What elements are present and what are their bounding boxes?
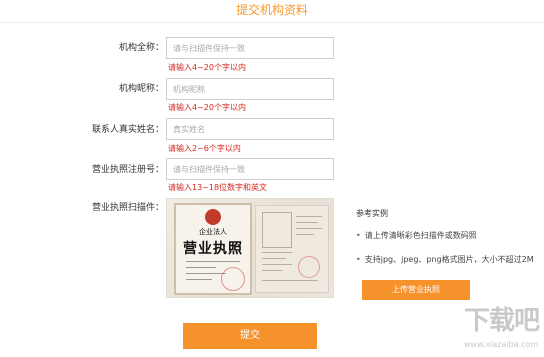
certificate-subheading: 企业法人 <box>199 228 227 236</box>
certificate-line <box>186 273 226 274</box>
divider <box>0 22 544 23</box>
reference-item: • 请上传清晰彩色扫描件或数码照 <box>356 231 477 241</box>
bullet-icon: • <box>356 231 361 240</box>
reference-item-text: 请上传清晰彩色扫描件或数码照 <box>364 231 477 240</box>
watermark-url: www.xiazaiba.com <box>464 340 539 349</box>
field-label-nickname: 机构昵称： <box>118 84 164 94</box>
reference-item-text: 支持jpg、jpeg、png格式图片，大小不超过2M <box>364 255 534 264</box>
doc-line <box>262 270 282 271</box>
full-name-input[interactable] <box>166 37 334 59</box>
official-seal-icon <box>298 256 320 278</box>
contact-name-error: 请输入2~6个字以内 <box>168 144 241 153</box>
doc-line <box>262 280 318 281</box>
doc-line <box>296 234 314 235</box>
license-number-error: 请输入13~18位数字和英文 <box>168 183 268 192</box>
doc-line <box>262 252 292 253</box>
doc-line <box>296 216 322 217</box>
license-sample-image: 企业法人 营业执照 <box>166 198 334 298</box>
doc-line <box>262 258 286 259</box>
certificate-line <box>186 267 216 268</box>
doc-line <box>296 222 318 223</box>
watermark-text: 下载吧 <box>464 306 540 336</box>
field-label-full-name: 机构全称： <box>118 43 164 53</box>
watermark-logo: 下载吧 www.xiazaiba.com <box>460 296 542 356</box>
field-label-contact-name: 联系人真实姓名： <box>91 125 164 135</box>
license-certificate: 企业法人 营业执照 <box>174 203 252 295</box>
full-name-error: 请输入4~20个字以内 <box>168 63 246 72</box>
certificate-heading: 营业执照 <box>183 241 243 257</box>
field-label-license-scan: 营业执照扫描件： <box>91 203 164 213</box>
doc-line <box>296 228 322 229</box>
license-number-input[interactable] <box>166 158 334 180</box>
official-seal-icon <box>221 267 245 291</box>
nickname-error: 请输入4~20个字以内 <box>168 103 246 112</box>
doc-photo-box <box>262 212 292 248</box>
certificate-line <box>186 261 240 262</box>
license-copy-page <box>255 205 329 293</box>
bullet-icon: • <box>356 255 361 264</box>
submit-button[interactable]: 提交 <box>183 323 317 349</box>
nickname-input[interactable] <box>166 78 334 100</box>
field-label-license-number: 营业执照注册号： <box>91 165 164 175</box>
reference-item: • 支持jpg、jpeg、png格式图片，大小不超过2M <box>356 255 534 265</box>
certificate-line <box>186 279 212 280</box>
contact-name-input[interactable] <box>166 118 334 140</box>
upload-license-button[interactable]: 上传营业执照 <box>362 280 470 300</box>
doc-line <box>262 264 292 265</box>
reference-title: 参考实例 <box>356 209 388 218</box>
national-emblem-icon <box>205 209 221 225</box>
page-title: 提交机构资料 <box>235 3 308 17</box>
